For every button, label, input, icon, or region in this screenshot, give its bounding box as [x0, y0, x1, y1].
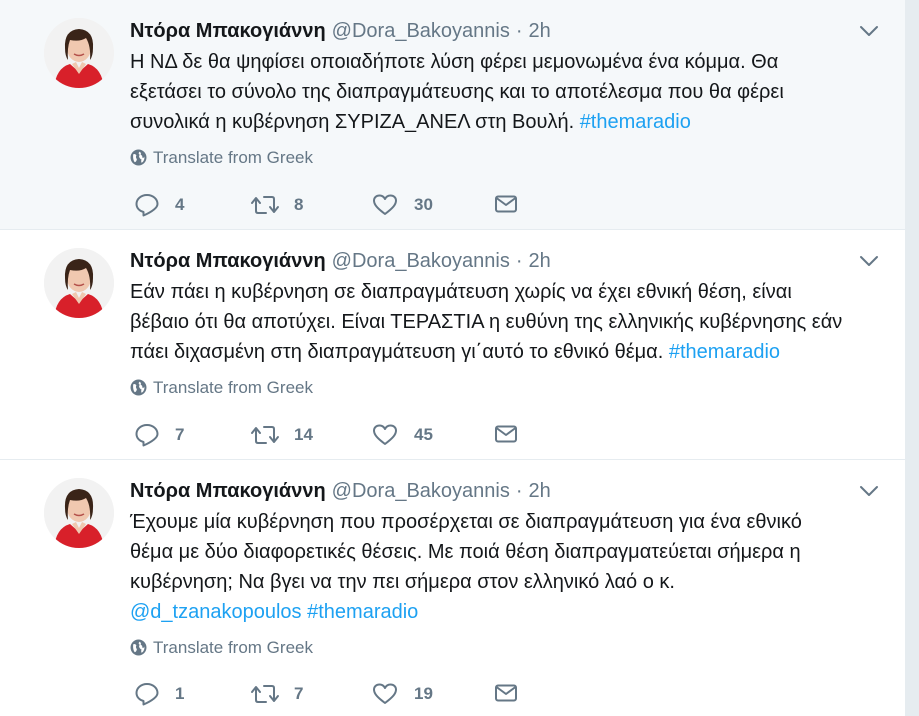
- tweet-actions: 1 7 19: [130, 679, 550, 709]
- globe-icon: [130, 379, 147, 396]
- tweet-text-line: συνολικά η κυβέρνηση ΣΥΡΙΖΑ_ΑΝΕΛ στη Βου…: [130, 111, 580, 133]
- translate-link[interactable]: Translate from Greek: [130, 148, 313, 168]
- avatar-image: [44, 478, 114, 548]
- retweet-button[interactable]: 14: [250, 420, 330, 450]
- tweet-text-line: Έχουμε μία κυβέρνηση που προσέρχεται σε …: [130, 511, 802, 533]
- reply-count: 4: [175, 195, 185, 214]
- author-username[interactable]: @Dora_Bakoyannis: [332, 250, 510, 272]
- retweet-count: 8: [294, 195, 304, 214]
- reply-count: 1: [175, 684, 185, 703]
- like-count: 30: [414, 195, 433, 214]
- hashtag-link[interactable]: #themaradio: [307, 601, 418, 623]
- tweet-text: Εάν πάει η κυβέρνηση σε διαπραγμάτευση χ…: [130, 277, 870, 367]
- translate-link[interactable]: Translate from Greek: [130, 378, 313, 398]
- translate-label[interactable]: Translate from Greek: [153, 148, 313, 167]
- like-button[interactable]: 45: [372, 420, 452, 450]
- retweet-button[interactable]: 8: [250, 190, 330, 220]
- avatar-image: [44, 18, 114, 88]
- retweet-icon: [251, 426, 279, 444]
- globe-icon: [130, 639, 147, 656]
- separator-dot: ·: [515, 250, 523, 272]
- retweet-button[interactable]: 7: [250, 679, 330, 709]
- tweet-time[interactable]: 2h: [529, 20, 551, 42]
- envelope-icon: [495, 684, 517, 702]
- tweet[interactable]: Ντόρα Μπακογιάννη @Dora_Bakoyannis · 2h Εάν…: [0, 230, 905, 460]
- reply-count: 7: [175, 425, 185, 444]
- translate-link[interactable]: Translate from Greek: [130, 638, 313, 658]
- tweet-text-line: θέμα με δύο διαφορετικές θέσεις. Με ποιά…: [130, 541, 801, 563]
- tweet-text-line: εξετάσει το σύνολο της διαπραγμάτευσης κ…: [130, 81, 784, 103]
- translate-label[interactable]: Translate from Greek: [153, 378, 313, 397]
- avatar-image: [44, 248, 114, 318]
- like-count: 19: [414, 684, 433, 703]
- tweet-actions: 7 14 45: [130, 420, 550, 450]
- reply-icon: [135, 194, 159, 217]
- tweet-header: Ντόρα Μπακογιάννη @Dora_Bakoyannis · 2h: [130, 248, 551, 274]
- tweet-header: Ντόρα Μπακογιάννη @Dora_Bakoyannis · 2h: [130, 478, 551, 504]
- like-count: 45: [414, 425, 433, 444]
- tweet-header: Ντόρα Μπακογιάννη @Dora_Bakoyannis · 2h: [130, 18, 551, 44]
- mention-link[interactable]: @d_tzanakopoulos: [130, 601, 302, 623]
- tweet-text-line: βέβαιο ότι θα αποτύχει. Είναι ΤΕΡΑΣΤΙΑ η…: [130, 311, 843, 333]
- globe-icon: [130, 149, 147, 166]
- reply-button[interactable]: 4: [134, 190, 194, 220]
- direct-message-button[interactable]: [494, 190, 524, 220]
- like-button[interactable]: 19: [372, 679, 452, 709]
- retweet-count: 14: [294, 425, 313, 444]
- retweet-icon: [251, 685, 279, 703]
- chevron-down-icon[interactable]: [859, 254, 879, 268]
- tweet[interactable]: Ντόρα Μπακογιάννη @Dora_Bakoyannis · 2h Η Ν…: [0, 0, 905, 230]
- heart-icon: [373, 424, 397, 445]
- separator-dot: ·: [515, 20, 523, 42]
- tweet-text: Έχουμε μία κυβέρνηση που προσέρχεται σε …: [130, 507, 870, 627]
- direct-message-button[interactable]: [494, 420, 524, 450]
- hashtag-link[interactable]: #themaradio: [669, 341, 780, 363]
- author-name[interactable]: Ντόρα Μπακογιάννη: [130, 20, 326, 42]
- avatar[interactable]: [44, 248, 114, 318]
- tweet-text-line: κυβέρνηση; Να βγει να την πει σήμερα στο…: [130, 571, 675, 593]
- direct-message-button[interactable]: [494, 679, 524, 709]
- hashtag-link[interactable]: #themaradio: [580, 111, 691, 133]
- chevron-down-icon[interactable]: [859, 24, 879, 38]
- reply-button[interactable]: 1: [134, 679, 194, 709]
- avatar[interactable]: [44, 478, 114, 548]
- envelope-icon: [495, 195, 517, 213]
- chevron-down-icon[interactable]: [859, 484, 879, 498]
- reply-button[interactable]: 7: [134, 420, 194, 450]
- envelope-icon: [495, 425, 517, 443]
- author-name[interactable]: Ντόρα Μπακογιάννη: [130, 480, 326, 502]
- reply-icon: [135, 683, 159, 706]
- heart-icon: [373, 683, 397, 704]
- like-button[interactable]: 30: [372, 190, 452, 220]
- retweet-icon: [251, 196, 279, 214]
- tweet-text-line: Εάν πάει η κυβέρνηση σε διαπραγμάτευση χ…: [130, 281, 792, 303]
- separator-dot: ·: [515, 480, 523, 502]
- heart-icon: [373, 194, 397, 215]
- tweet-text: Η ΝΔ δε θα ψηφίσει οποιαδήποτε λύση φέρε…: [130, 47, 870, 137]
- translate-label[interactable]: Translate from Greek: [153, 638, 313, 657]
- tweet-time[interactable]: 2h: [529, 480, 551, 502]
- tweet-actions: 4 8 30: [130, 190, 550, 220]
- retweet-count: 7: [294, 684, 304, 703]
- reply-icon: [135, 424, 159, 447]
- tweet-time[interactable]: 2h: [529, 250, 551, 272]
- tweet-text-line: Η ΝΔ δε θα ψηφίσει οποιαδήποτε λύση φέρε…: [130, 51, 779, 73]
- author-username[interactable]: @Dora_Bakoyannis: [332, 20, 510, 42]
- tweet-text-line: πάει διχασμένη στη διαπραγμάτευση γι΄αυτ…: [130, 341, 669, 363]
- tweet-timeline: Ντόρα Μπακογιάννη @Dora_Bakoyannis · 2h Η Ν…: [0, 0, 906, 716]
- avatar[interactable]: [44, 18, 114, 88]
- author-username[interactable]: @Dora_Bakoyannis: [332, 480, 510, 502]
- author-name[interactable]: Ντόρα Μπακογιάννη: [130, 250, 326, 272]
- tweet[interactable]: Ντόρα Μπακογιάννη @Dora_Bakoyannis · 2h Έχο…: [0, 460, 905, 716]
